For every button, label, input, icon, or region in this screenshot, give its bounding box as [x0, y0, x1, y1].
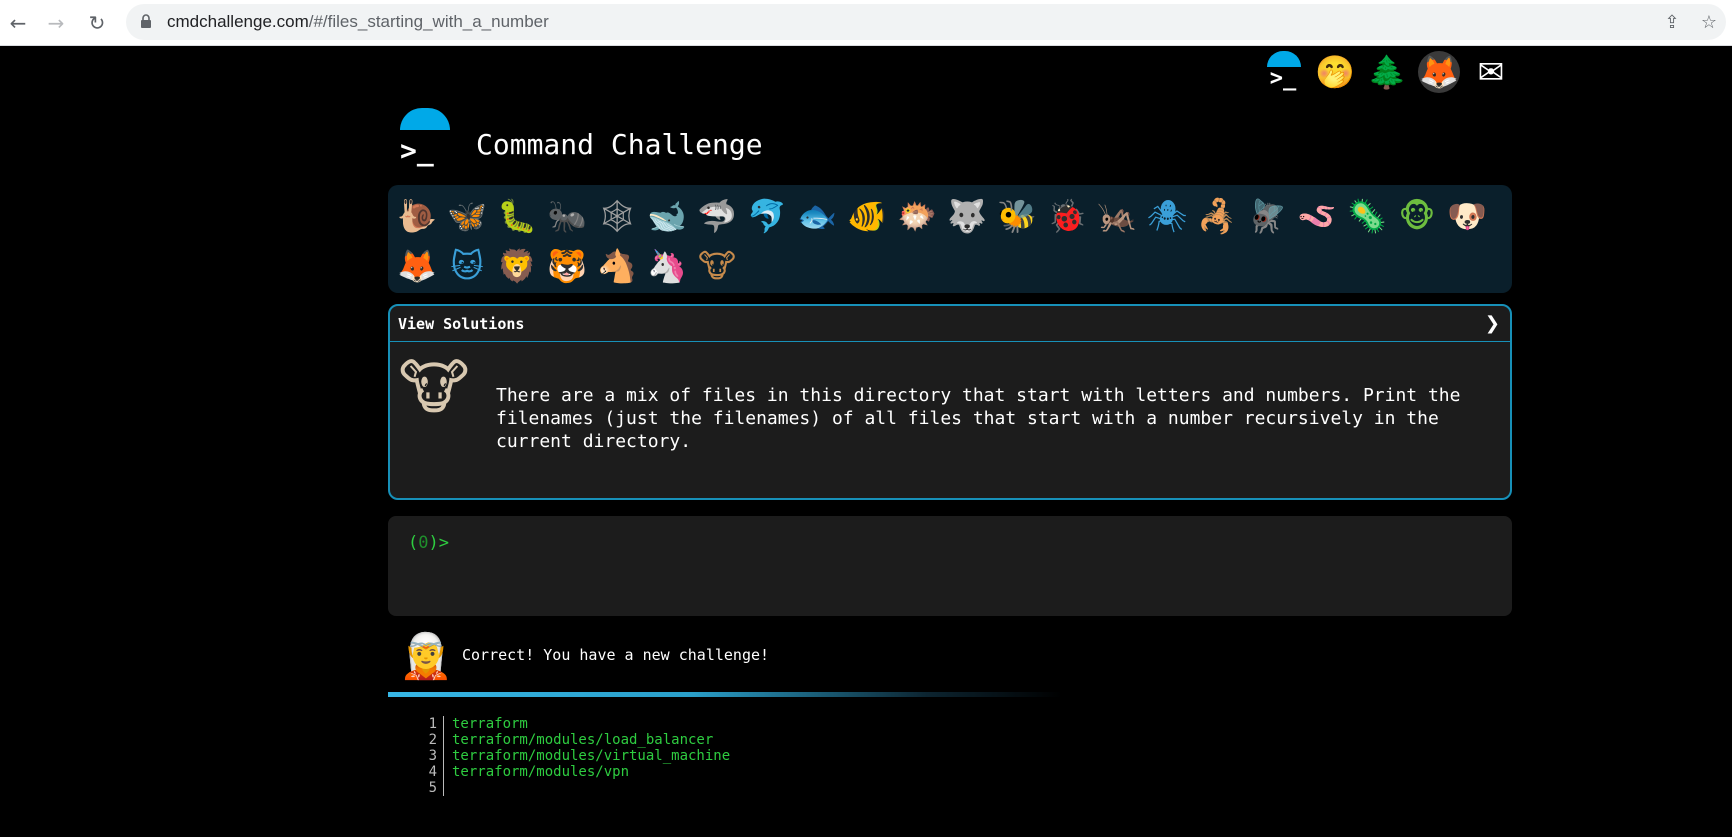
level-horse-icon[interactable]: 🐴 [592, 241, 642, 291]
back-arrow-icon[interactable]: ← [3, 8, 33, 38]
url-host: cmdchallenge.com [167, 12, 309, 31]
line-number: 4 [408, 764, 444, 780]
level-fox-icon[interactable]: 🦊 [392, 241, 442, 291]
tree-icon[interactable]: 🌲 [1366, 51, 1408, 93]
cow-icon: 🐮 [398, 353, 470, 423]
address-bar[interactable]: cmdchallenge.com/#/files_starting_with_a… [126, 4, 1726, 40]
level-ladybug-icon[interactable]: 🐞 [1042, 191, 1092, 241]
prompt-close: )> [428, 533, 449, 553]
mail-icon[interactable]: ✉ [1470, 51, 1512, 93]
terminal-input[interactable]: (0)> [388, 516, 1512, 616]
level-dolphin-icon[interactable]: 🐬 [742, 191, 792, 241]
prompt-open: ( [408, 533, 419, 553]
url-path: /#/files_starting_with_a_number [308, 12, 549, 31]
level-scorpion-icon[interactable]: 🦂 [1192, 191, 1242, 241]
terminal-prompt: (0)> [408, 533, 449, 553]
level-shark-icon[interactable]: 🦈 [692, 191, 742, 241]
level-worm-icon[interactable]: 🪱 [1292, 191, 1342, 241]
level-wolf-icon[interactable]: 🐺 [942, 191, 992, 241]
lock-icon [141, 14, 151, 28]
line-content [444, 780, 452, 796]
line-number: 3 [408, 748, 444, 764]
elf-icon: 🧝 [398, 631, 454, 682]
level-microbe-icon[interactable]: 🦠 [1342, 191, 1392, 241]
level-tiger-icon[interactable]: 🐯 [542, 241, 592, 291]
logo-icon[interactable]: >_ [388, 108, 450, 167]
prompt-count: 0 [418, 533, 429, 553]
line-content: terraform/modules/vpn [452, 764, 630, 780]
level-lion-icon[interactable]: 🦁 [492, 241, 542, 291]
level-dog-icon[interactable]: 🐶 [1442, 191, 1492, 241]
status-text: Correct! You have a new challenge! [462, 646, 770, 664]
level-tropical-fish-icon[interactable]: 🐠 [842, 191, 892, 241]
level-bee-icon[interactable]: 🐝 [992, 191, 1042, 241]
level-butterfly-icon[interactable]: 🦋 [442, 191, 492, 241]
level-cat-icon[interactable]: 🐱 [442, 241, 492, 291]
chevron-right-icon[interactable]: ❯ [1485, 313, 1500, 334]
forward-arrow-icon[interactable]: → [41, 8, 71, 38]
output-line: 2 terraform/modules/load_balancer [408, 732, 1008, 748]
command-output: 1 terraform 2 terraform/modules/load_balanc… [408, 716, 1008, 796]
line-content: terraform/modules/virtual_machine [452, 748, 731, 764]
level-cow-icon[interactable]: 🐮 [692, 241, 742, 291]
solutions-panel: View Solutions ❯ 🐮 There are a mix of fi… [388, 304, 1512, 500]
line-number: 1 [408, 716, 444, 732]
level-ant-icon[interactable]: 🐜 [542, 191, 592, 241]
line-number: 5 [408, 780, 444, 796]
output-line: 4 terraform/modules/vpn [408, 764, 1008, 780]
line-number: 2 [408, 732, 444, 748]
level-monkey-icon[interactable]: 🐵 [1392, 191, 1442, 241]
progress-fill [388, 692, 1063, 697]
level-selector: 🐌 🦋 🐛 🐜 🕸 🐋 🦈 🐬 🐟 🐠 🐡 🐺 🐝 🐞 🦗 🕷 🦂 🪰 🪱 🦠 🐵 🐶 🦊 🐱 🦁 🐯 🐴 🦄 🐮 [388, 185, 1512, 293]
level-whale-icon[interactable]: 🐋 [642, 191, 692, 241]
oops-face-icon[interactable]: 🤭 [1314, 51, 1356, 93]
view-solutions-label: View Solutions [398, 315, 525, 333]
browser-toolbar: ← → ↻ cmdchallenge.com/#/files_starting_… [0, 0, 1732, 46]
output-line: 1 terraform [408, 716, 1008, 732]
level-spider-icon[interactable]: 🕷 [1142, 191, 1192, 241]
output-line: 3 terraform/modules/virtual_machine [408, 748, 1008, 764]
gitlab-icon[interactable]: 🦊 [1418, 51, 1460, 93]
reload-icon[interactable]: ↻ [82, 8, 112, 38]
level-caterpillar-icon[interactable]: 🐛 [492, 191, 542, 241]
level-spider-web-icon[interactable]: 🕸 [592, 191, 642, 241]
progress-bar [388, 692, 1512, 697]
level-blowfish-icon[interactable]: 🐡 [892, 191, 942, 241]
level-fly-icon[interactable]: 🪰 [1242, 191, 1292, 241]
top-nav-icons: >_ 🤭 🌲 🦊 ✉ [1262, 50, 1512, 94]
challenge-description: There are a mix of files in this directo… [496, 385, 1461, 452]
level-cricket-icon[interactable]: 🦗 [1092, 191, 1142, 241]
page-title: Command Challenge [476, 128, 763, 161]
level-unicorn-icon[interactable]: 🦄 [642, 241, 692, 291]
cmdchallenge-icon[interactable]: >_ [1262, 51, 1304, 93]
level-snail-icon[interactable]: 🐌 [392, 191, 442, 241]
output-line: 5 [408, 780, 1008, 796]
status-message: 🧝 Correct! You have a new challenge! [388, 626, 1512, 686]
bookmark-star-icon[interactable]: ☆ [1697, 10, 1721, 34]
line-content: terraform/modules/load_balancer [452, 732, 714, 748]
view-solutions-toggle[interactable]: View Solutions ❯ [390, 306, 1510, 342]
url-text: cmdchallenge.com/#/files_starting_with_a… [167, 12, 549, 32]
share-icon[interactable]: ⇪ [1660, 10, 1684, 34]
level-fish-icon[interactable]: 🐟 [792, 191, 842, 241]
line-content: terraform [452, 716, 528, 732]
